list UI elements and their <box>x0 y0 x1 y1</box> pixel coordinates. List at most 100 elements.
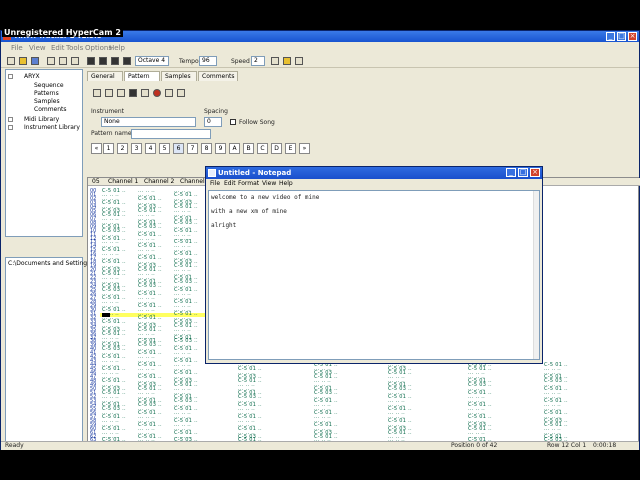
paste-icon[interactable] <box>71 57 79 65</box>
record-icon[interactable] <box>123 57 131 65</box>
order-cell[interactable]: A <box>229 143 240 154</box>
notepad-menu-help[interactable]: Help <box>279 180 293 187</box>
tool-icon[interactable] <box>93 89 101 97</box>
tool-icon[interactable] <box>117 89 125 97</box>
hypercam-watermark: Unregistered HyperCam 2 <box>2 28 123 37</box>
notepad-close-button[interactable]: × <box>530 168 540 177</box>
notepad-title-bar[interactable]: Untitled - Notepad _ □ × <box>206 167 542 179</box>
edit-cursor <box>102 313 110 317</box>
tree-item-midi-library[interactable]: Midi Library <box>24 116 59 123</box>
follow-song-label: Follow Song <box>239 119 275 126</box>
notepad-title: Untitled - Notepad <box>218 169 292 177</box>
tree-item-comments[interactable]: Comments <box>34 106 67 113</box>
order-prev-button[interactable]: « <box>91 143 102 154</box>
open-icon[interactable] <box>19 57 27 65</box>
order-cell[interactable]: E <box>285 143 296 154</box>
notepad-line: alright <box>211 222 237 229</box>
order-cell[interactable]: 8 <box>201 143 212 154</box>
pattern-name-label: Pattern name <box>91 130 132 137</box>
pattern-name-input[interactable] <box>131 129 211 139</box>
menu-bar: File View Edit Tools Options Help <box>1 42 639 54</box>
help-icon[interactable] <box>295 57 303 65</box>
order-next-button[interactable]: » <box>299 143 310 154</box>
play-icon[interactable] <box>87 57 95 65</box>
expander-icon[interactable] <box>8 117 13 122</box>
notepad-menu-view[interactable]: View <box>262 180 276 187</box>
copy-icon[interactable] <box>59 57 67 65</box>
speed-label: Speed <box>231 58 250 65</box>
main-toolbar: Octave 4 Tempo 96 Speed 2 <box>1 55 639 68</box>
channel-1-header[interactable]: Channel 1 <box>108 178 138 185</box>
save-icon[interactable] <box>31 57 39 65</box>
order-cell[interactable]: B <box>243 143 254 154</box>
octave-select[interactable]: Octave 4 <box>135 56 169 66</box>
tool-icon[interactable] <box>105 89 113 97</box>
tree-item-instrument-library[interactable]: Instrument Library (C:\Pr <box>24 124 82 131</box>
order-cell[interactable]: 6 <box>173 143 184 154</box>
tab-comments[interactable]: Comments <box>198 71 238 81</box>
notepad-text-area[interactable]: welcome to a new video of mine with a ne… <box>208 190 540 360</box>
new-icon[interactable] <box>7 57 15 65</box>
channel-2-header[interactable]: Channel 2 <box>144 178 174 185</box>
minimize-button[interactable]: _ <box>606 32 615 41</box>
tab-pattern[interactable]: Pattern <box>124 71 160 81</box>
menu-file[interactable]: File <box>11 44 23 52</box>
notepad-icon <box>208 169 216 177</box>
tool-icon[interactable] <box>129 89 137 97</box>
notepad-maximize-button[interactable]: □ <box>518 168 528 177</box>
expander-icon[interactable] <box>8 125 13 130</box>
notepad-menu-edit[interactable]: Edit <box>224 180 236 187</box>
order-cell[interactable]: 5 <box>159 143 170 154</box>
tree-root[interactable]: ARYX <box>24 73 40 80</box>
cut-icon[interactable] <box>47 57 55 65</box>
order-cell[interactable]: 4 <box>145 143 156 154</box>
menu-edit[interactable]: Edit <box>51 44 65 52</box>
tree-item-patterns[interactable]: Patterns <box>34 90 59 97</box>
pattern-tools <box>93 89 253 99</box>
notepad-menu-bar: File Edit Format View Help <box>206 180 542 189</box>
notepad-line: with a new xm of mine <box>211 208 287 215</box>
stop-icon[interactable] <box>111 57 119 65</box>
instrument-select[interactable]: None <box>101 117 196 127</box>
order-cell[interactable]: D <box>271 143 282 154</box>
notepad-menu-format[interactable]: Format <box>238 180 259 187</box>
bulb-icon[interactable] <box>283 57 291 65</box>
tool-icon[interactable] <box>177 89 185 97</box>
order-cell[interactable]: 3 <box>131 143 142 154</box>
notepad-menu-file[interactable]: File <box>210 180 220 187</box>
order-cell[interactable]: C <box>257 143 268 154</box>
follow-song-checkbox[interactable] <box>230 119 236 125</box>
status-text: Ready <box>5 442 24 449</box>
order-cell[interactable]: 1 <box>103 143 114 154</box>
order-cell[interactable]: 7 <box>187 143 198 154</box>
status-time: 0:00:18 <box>593 442 617 449</box>
order-cell[interactable]: 2 <box>117 143 128 154</box>
speed-input[interactable]: 2 <box>251 56 265 66</box>
spacing-label: Spacing <box>204 108 228 115</box>
menu-view[interactable]: View <box>29 44 46 52</box>
tab-general[interactable]: General <box>87 71 123 81</box>
close-button[interactable]: × <box>628 32 637 41</box>
tree-item-sequence[interactable]: Sequence <box>34 82 64 89</box>
tool-icon[interactable] <box>141 89 149 97</box>
spacing-input[interactable]: 0 <box>204 117 222 127</box>
notepad-window: Untitled - Notepad _ □ × File Edit Forma… <box>205 166 543 364</box>
tool-icon[interactable] <box>165 89 173 97</box>
screen-bottom <box>0 452 640 480</box>
expander-icon[interactable] <box>8 74 13 79</box>
pause-icon[interactable] <box>99 57 107 65</box>
tempo-input[interactable]: 96 <box>199 56 217 66</box>
menu-tools[interactable]: Tools <box>66 44 83 52</box>
notepad-minimize-button[interactable]: _ <box>506 168 516 177</box>
maximize-button[interactable]: □ <box>617 32 626 41</box>
notepad-scrollbar[interactable] <box>533 191 539 359</box>
file-browser[interactable]: C:\Documents and Settings\ <box>5 257 92 447</box>
order-cell[interactable]: 9 <box>215 143 226 154</box>
status-row-col: Row 12 Col 1 <box>547 442 587 449</box>
settings-icon[interactable] <box>271 57 279 65</box>
tab-samples[interactable]: Samples <box>161 71 197 81</box>
record-icon[interactable] <box>153 89 161 97</box>
tree-item-samples[interactable]: Samples <box>34 98 60 105</box>
menu-options[interactable]: Options <box>85 44 112 52</box>
menu-help[interactable]: Help <box>109 44 125 52</box>
